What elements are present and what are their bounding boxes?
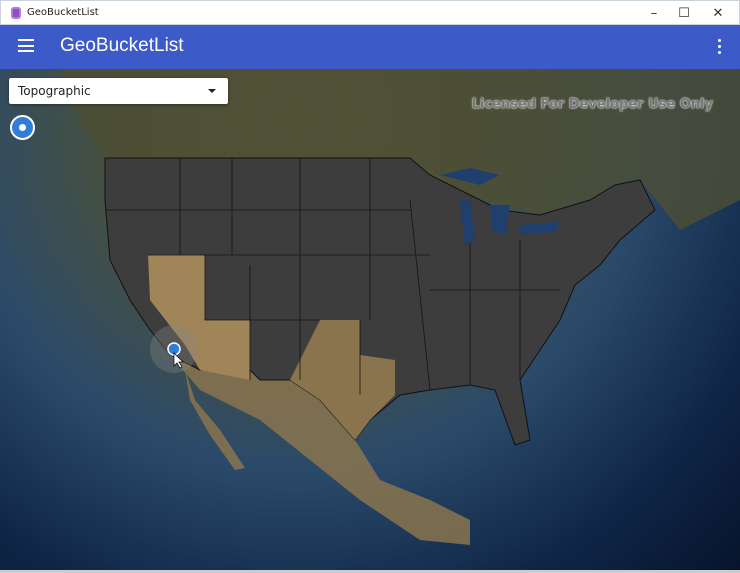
more-vertical-icon[interactable] bbox=[718, 39, 722, 54]
basemap-selected-value: Topographic bbox=[18, 84, 91, 98]
map-layer bbox=[60, 69, 740, 545]
maximize-button[interactable]: ☐ bbox=[667, 1, 701, 26]
window-title: GeoBucketList bbox=[27, 7, 99, 18]
app-icon bbox=[11, 6, 21, 19]
window-title-bar: GeoBucketList – ☐ ✕ bbox=[0, 0, 740, 25]
basemap-dropdown[interactable]: Topographic bbox=[9, 78, 228, 104]
chevron-down-icon bbox=[208, 89, 216, 93]
locate-icon[interactable] bbox=[10, 115, 35, 140]
hamburger-icon[interactable] bbox=[18, 39, 34, 52]
app-title: GeoBucketList bbox=[60, 35, 184, 56]
map-view[interactable]: Topographic Licensed For Developer Use O… bbox=[0, 69, 740, 570]
close-button[interactable]: ✕ bbox=[701, 1, 735, 26]
app-bar: GeoBucketList bbox=[0, 25, 740, 69]
license-watermark: Licensed For Developer Use Only bbox=[471, 97, 713, 112]
minimize-button[interactable]: – bbox=[637, 1, 671, 26]
